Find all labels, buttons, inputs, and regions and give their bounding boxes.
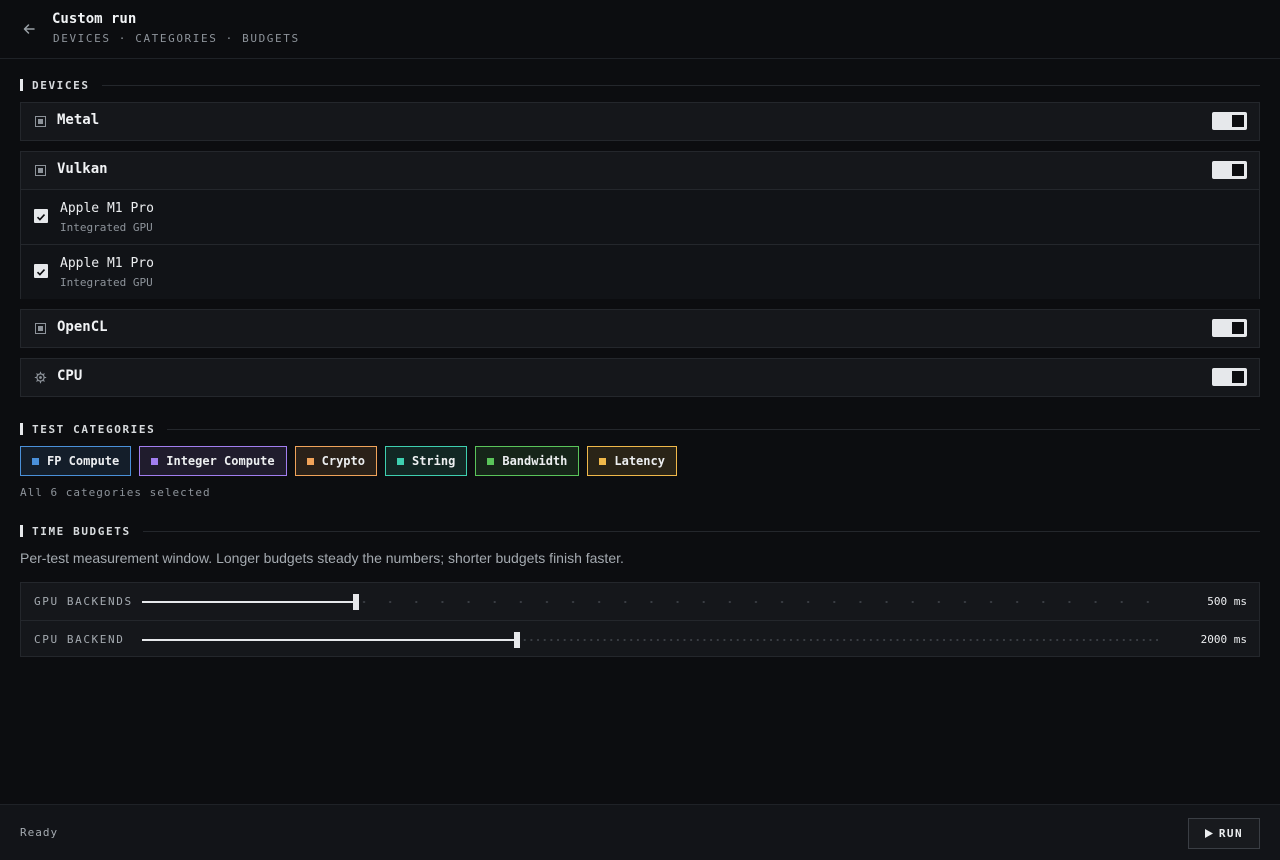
budget-row-cpu: CPU BACKEND 2000 ms: [21, 620, 1259, 657]
arrow-left-icon: [23, 24, 35, 34]
gear-icon: [34, 371, 47, 384]
section-label: TEST CATEGORIES: [32, 422, 156, 436]
back-button[interactable]: [18, 18, 40, 40]
section-label: DEVICES: [32, 78, 90, 92]
section-divider: [167, 428, 1260, 430]
color-swatch: [599, 457, 607, 465]
chip-label: FP Compute: [47, 454, 120, 468]
vulkan-toggle[interactable]: [1212, 161, 1247, 179]
chip-label: String: [411, 454, 456, 468]
page-title: Custom run: [52, 11, 137, 27]
color-swatch: [306, 457, 314, 465]
device-group-metal: Metal: [20, 102, 1260, 141]
budget-value: 500 ms: [1207, 595, 1247, 608]
budget-label: CPU BACKEND: [34, 633, 125, 646]
status-text: Ready: [20, 826, 59, 839]
section-divider: [142, 530, 1260, 532]
device-row[interactable]: Apple M1 Pro Integrated GPU: [21, 189, 1259, 244]
categories-selected-note: All 6 categories selected: [20, 486, 211, 499]
budget-label: GPU BACKENDS: [34, 595, 133, 608]
chip-label: Crypto: [321, 454, 365, 468]
device-group-name: CPU: [57, 368, 83, 384]
run-button[interactable]: RUN: [1188, 818, 1260, 849]
cpu-toggle[interactable]: [1212, 368, 1247, 386]
section-marker: [20, 525, 23, 537]
device-group-name: OpenCL: [57, 319, 108, 335]
device-group-vulkan: Vulkan Apple M1 Pro Integrated GPU Apple…: [20, 151, 1260, 299]
budget-value: 2000 ms: [1200, 633, 1247, 646]
device-group-header[interactable]: OpenCL: [21, 310, 1259, 347]
category-chips: FP Compute Integer Compute Crypto String…: [20, 446, 677, 476]
run-label: RUN: [1218, 827, 1244, 840]
toggle-knob: [1232, 164, 1244, 176]
device-name: Apple M1 Pro: [60, 256, 154, 271]
budget-row-gpu: GPU BACKENDS 500 ms: [21, 583, 1259, 620]
chip-icon: [35, 165, 46, 176]
budgets-panel: GPU BACKENDS 500 ms CPU BACKEND 2000 ms: [20, 582, 1260, 657]
check-icon: [36, 269, 46, 276]
category-chip-integer-compute[interactable]: Integer Compute: [139, 446, 287, 476]
slider-thumb[interactable]: [352, 594, 359, 610]
budgets-description: Per-test measurement window. Longer budg…: [20, 550, 624, 566]
device-type: Integrated GPU: [60, 221, 153, 234]
play-icon: [1204, 829, 1213, 838]
category-chip-string[interactable]: String: [384, 446, 468, 476]
opencl-toggle[interactable]: [1212, 319, 1247, 337]
section-divider: [101, 84, 1260, 86]
section-marker: [20, 79, 23, 91]
slider-thumb[interactable]: [513, 632, 520, 648]
chip-label: Bandwidth: [502, 454, 568, 468]
device-group-name: Vulkan: [57, 161, 108, 177]
category-chip-crypto[interactable]: Crypto: [294, 446, 377, 476]
toggle-knob: [1232, 371, 1244, 383]
section-categories: TEST CATEGORIES: [20, 422, 1260, 436]
color-swatch: [32, 457, 39, 465]
category-chip-latency[interactable]: Latency: [587, 446, 677, 476]
gpu-budget-slider[interactable]: [142, 594, 1161, 610]
section-label: TIME BUDGETS: [32, 524, 131, 538]
page-subtitle: DEVICES · CATEGORIES · BUDGETS: [53, 32, 300, 45]
check-icon: [36, 214, 46, 221]
toggle-knob: [1232, 115, 1244, 127]
category-chip-bandwidth[interactable]: Bandwidth: [475, 446, 580, 476]
cpu-budget-slider[interactable]: [142, 632, 1161, 648]
chip-icon: [35, 116, 46, 127]
chip-label: Integer Compute: [166, 454, 275, 468]
footer: Ready RUN: [0, 804, 1280, 860]
color-swatch: [487, 457, 495, 465]
slider-fill: [142, 601, 356, 603]
slider-fill: [142, 639, 517, 641]
color-swatch: [396, 457, 404, 465]
chip-icon: [35, 323, 46, 334]
device-checkbox[interactable]: [34, 209, 48, 223]
device-group-name: Metal: [57, 112, 100, 128]
section-devices: DEVICES: [20, 78, 1260, 92]
chip-label: Latency: [614, 454, 665, 468]
device-checkbox[interactable]: [34, 264, 48, 278]
section-budgets: TIME BUDGETS: [20, 524, 1260, 538]
toggle-knob: [1232, 322, 1244, 334]
device-row[interactable]: Apple M1 Pro Integrated GPU: [21, 244, 1259, 299]
device-group-header[interactable]: Vulkan: [21, 152, 1259, 189]
device-group-cpu: CPU: [20, 358, 1260, 397]
device-group-header[interactable]: CPU: [21, 359, 1259, 396]
metal-toggle[interactable]: [1212, 112, 1247, 130]
color-swatch: [151, 457, 159, 465]
header: Custom run DEVICES · CATEGORIES · BUDGET…: [0, 0, 1280, 59]
device-group-header[interactable]: Metal: [21, 103, 1259, 140]
category-chip-fp-compute[interactable]: FP Compute: [20, 446, 132, 476]
section-marker: [20, 423, 23, 435]
device-type: Integrated GPU: [60, 276, 153, 289]
device-group-opencl: OpenCL: [20, 309, 1260, 348]
device-name: Apple M1 Pro: [60, 201, 154, 216]
